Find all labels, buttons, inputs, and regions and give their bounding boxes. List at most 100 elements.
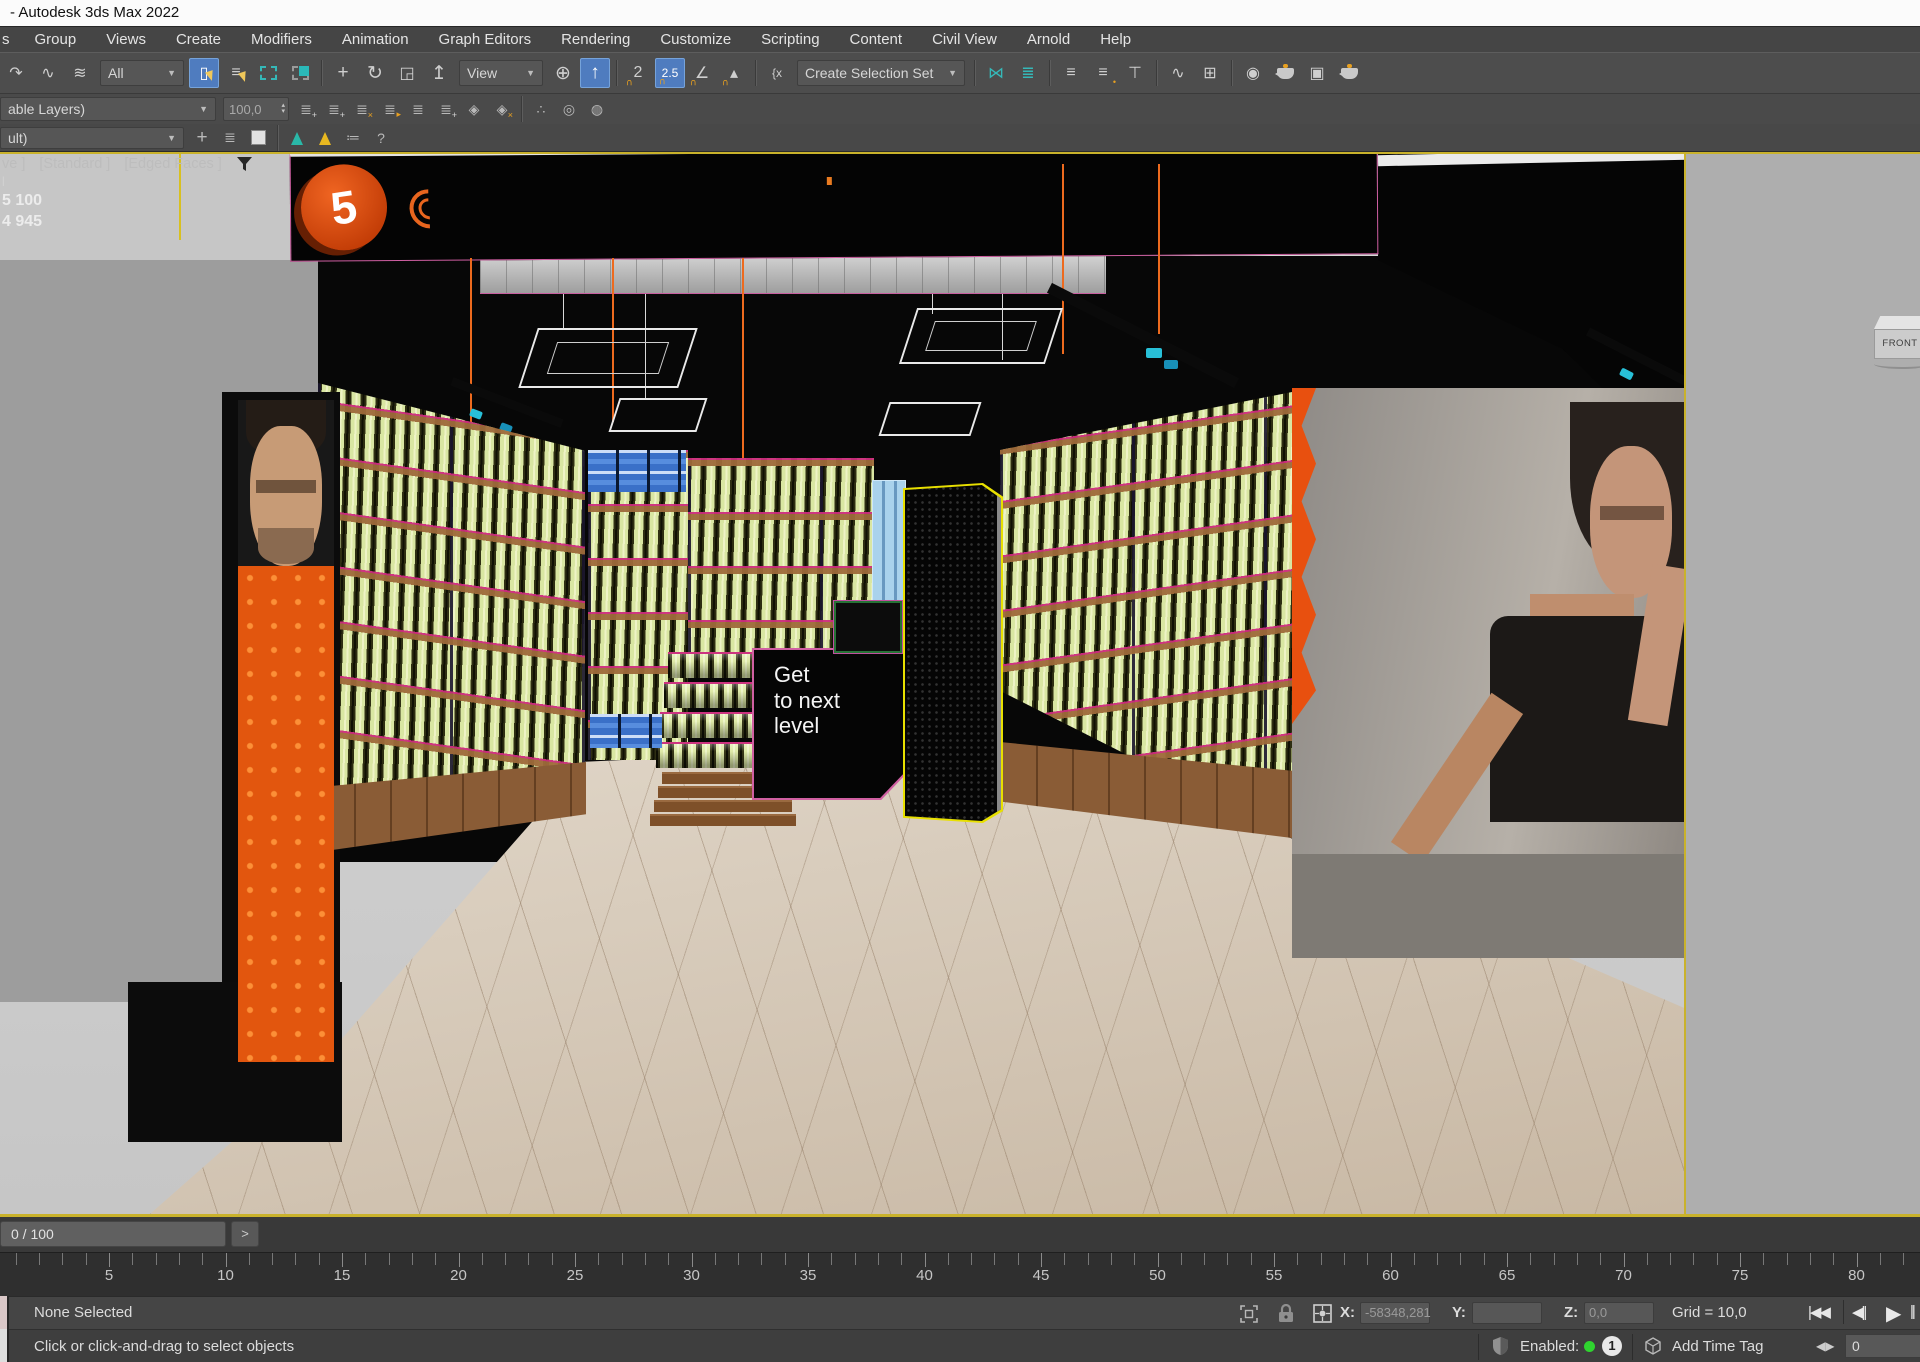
snap-target-icon[interactable]: ◎ [556, 97, 582, 121]
promo-sign: Get to next level [752, 648, 922, 800]
selection-lock-icon[interactable] [1278, 1304, 1294, 1323]
menu-item-modifiers[interactable]: Modifiers [236, 27, 327, 53]
spinner-arrows-icon[interactable]: ▴▾ [281, 103, 288, 115]
add-to-layer-icon[interactable]: ≣▸ [377, 97, 403, 121]
viewcube[interactable]: FRONT [1874, 316, 1920, 372]
local-content-icon[interactable] [245, 126, 271, 150]
window-crossing-icon[interactable] [285, 58, 315, 88]
edit-named-selection-sets-icon[interactable]: {x [762, 58, 792, 88]
menu-item-views[interactable]: Views [91, 27, 161, 53]
select-object-icon[interactable]: ▯ [189, 58, 219, 88]
toggle-ribbon-icon[interactable]: ⊤ [1120, 58, 1150, 88]
play-button[interactable]: ▶ [1886, 1301, 1901, 1326]
vertex-dots-icon[interactable]: ∴ [528, 97, 554, 121]
previous-frame-button[interactable]: ◀|| [1852, 1303, 1865, 1321]
mirror-icon[interactable]: ⋈ [981, 58, 1011, 88]
selection-filter-dropdown[interactable]: All▼ [100, 60, 184, 86]
reference-coordsys-dropdown[interactable]: View▼ [459, 60, 543, 86]
menu-item-rendering[interactable]: Rendering [546, 27, 645, 53]
filter-funnel-icon[interactable] [236, 156, 253, 172]
angle-snap-icon[interactable]: ∠ [687, 58, 717, 88]
select-and-move-icon[interactable]: + [328, 58, 358, 88]
menu-item-content[interactable]: Content [835, 27, 918, 53]
notification-badge[interactable]: 1 [1602, 1336, 1622, 1356]
new-layer-icon[interactable]: ≣+ [321, 97, 347, 121]
front-viewport[interactable] [1686, 152, 1920, 1217]
material-editor-icon[interactable]: ◉ [1238, 58, 1268, 88]
menu-item-graph-editors[interactable]: Graph Editors [424, 27, 547, 53]
remove-layer-icon[interactable]: ◈× [489, 97, 515, 121]
sphere-select-icon[interactable]: ◍ [584, 97, 610, 121]
use-pivot-center-icon[interactable]: ⊕ [548, 58, 578, 88]
z-coordinate-field[interactable]: 0,0 [1584, 1302, 1654, 1324]
add-container-icon[interactable]: + [189, 126, 215, 150]
isolate-selection-icon[interactable] [1240, 1305, 1258, 1323]
select-and-rotate-icon[interactable]: ↻ [360, 58, 390, 88]
rendered-frame-window-icon[interactable]: ▣ [1302, 58, 1332, 88]
list-view-icon[interactable]: ≔ [340, 126, 366, 150]
snaps-toggle-icon[interactable]: 2 [623, 58, 653, 88]
time-slider-track[interactable]: 0 / 100 > [0, 1217, 1920, 1252]
render-production-icon[interactable] [1334, 58, 1364, 88]
rect-selection-region-icon[interactable] [253, 58, 283, 88]
go-to-start-button[interactable]: |◀◀ [1808, 1303, 1829, 1321]
help-icon[interactable]: ? [368, 126, 394, 150]
menu-item-scripting[interactable]: Scripting [746, 27, 834, 53]
container-dropdown[interactable]: ult)▼ [0, 127, 184, 149]
layer-manager-icon[interactable]: ≣+ [293, 97, 319, 121]
layer-list-icon[interactable]: ≣ [405, 97, 431, 121]
security-shield-icon[interactable] [1492, 1336, 1509, 1356]
populate-tree-teal-icon[interactable] [284, 126, 310, 150]
add-layer-icon[interactable]: ≣+ [433, 97, 459, 121]
viewport-mode-label[interactable]: [Edged Faces ] [124, 156, 222, 172]
toggle-layer-explorer-icon[interactable]: ≡• [1088, 58, 1118, 88]
select-by-name-icon[interactable]: ≡ [221, 58, 251, 88]
selected-column[interactable] [903, 483, 1003, 823]
key-mode-toggle-icon[interactable]: ◀▶ [1816, 1339, 1834, 1353]
named-selection-sets-dropdown[interactable]: Create Selection Set▼ [797, 60, 965, 86]
time-slider-handle[interactable]: 0 / 100 [0, 1221, 226, 1247]
container-icon[interactable]: ≣ [217, 126, 243, 150]
select-and-link-icon[interactable]: ∿ [33, 58, 63, 88]
active-layer-dropdown[interactable]: able Layers)▼ [0, 97, 216, 121]
y-coordinate-field[interactable] [1472, 1302, 1542, 1324]
menu-item-civil-view[interactable]: Civil View [917, 27, 1012, 53]
align-icon[interactable]: ≣ [1013, 58, 1043, 88]
menu-item-s[interactable]: s [0, 27, 20, 53]
snaps-toggle-25-icon[interactable]: 2.5 [655, 58, 685, 88]
x-coordinate-field[interactable]: -58348,281 [1360, 1302, 1430, 1324]
current-frame-field[interactable]: 0 [1845, 1334, 1920, 1358]
add-time-tag[interactable]: Add Time Tag [1672, 1338, 1763, 1355]
freeze-layer-icon[interactable]: ◈ [461, 97, 487, 121]
layer-value-spinner[interactable]: 100,0 ▴▾ [223, 97, 289, 121]
next-frame-button[interactable]: || [1910, 1303, 1914, 1320]
bind-to-space-warp-icon[interactable]: ≋ [65, 58, 95, 88]
absolute-offset-mode-icon[interactable] [1313, 1304, 1332, 1323]
maxscript-mini-listener[interactable] [0, 1296, 9, 1362]
schematic-view-icon[interactable]: ⊞ [1195, 58, 1225, 88]
ruler-tick [1414, 1253, 1415, 1265]
spinner-snap-icon[interactable]: ▴ [719, 58, 749, 88]
curve-editor-icon[interactable]: ∿ [1163, 58, 1193, 88]
viewcube-front-face[interactable]: FRONT [1874, 329, 1920, 359]
select-and-place-icon[interactable]: ↥ [424, 58, 454, 88]
menu-item-create[interactable]: Create [161, 27, 236, 53]
viewport-shading-label[interactable]: [Standard ] [39, 156, 110, 172]
redo-icon[interactable]: ↷ [1, 58, 31, 88]
viewport-view-label[interactable]: ve ] [2, 156, 25, 172]
select-and-manipulate-icon[interactable]: ↑ [580, 58, 610, 88]
delete-layer-icon[interactable]: ≣× [349, 97, 375, 121]
time-tag-cube-icon[interactable] [1644, 1337, 1662, 1355]
render-setup-icon[interactable] [1270, 58, 1300, 88]
menu-item-group[interactable]: Group [20, 27, 92, 53]
track-bar[interactable]: 5101520253035404550556065707580 [0, 1252, 1920, 1296]
menu-item-help[interactable]: Help [1085, 27, 1146, 53]
next-frame-button[interactable]: > [231, 1221, 259, 1247]
perspective-viewport[interactable]: 5 [0, 152, 1686, 1217]
menu-item-arnold[interactable]: Arnold [1012, 27, 1085, 53]
populate-tree-yellow-icon[interactable] [312, 126, 338, 150]
select-and-scale-icon[interactable]: ◲ [392, 58, 422, 88]
menu-item-customize[interactable]: Customize [645, 27, 746, 53]
toggle-scene-explorer-icon[interactable]: ≡ [1056, 58, 1086, 88]
menu-item-animation[interactable]: Animation [327, 27, 424, 53]
